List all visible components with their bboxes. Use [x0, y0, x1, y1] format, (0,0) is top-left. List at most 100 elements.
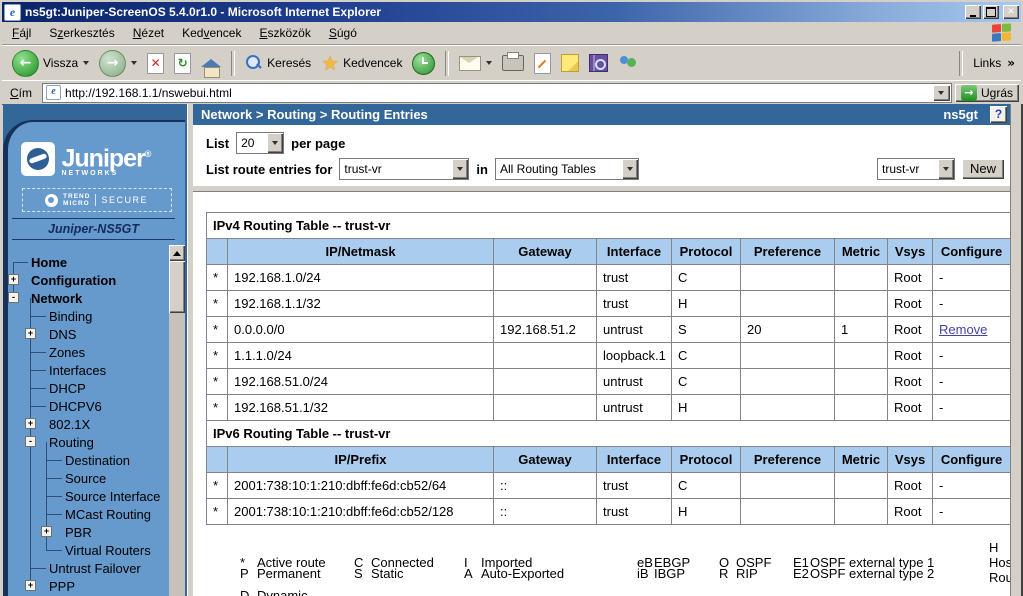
- sidebar-item-source-interface[interactable]: Source Interface: [8, 487, 185, 505]
- menu-item-kedvencek[interactable]: Kedvencek: [173, 22, 250, 44]
- routing-tables-frame: IPv4 Routing Table -- trust-vrIP/Netmask…: [193, 190, 1010, 596]
- vrouter-select[interactable]: trust-vr: [339, 158, 469, 180]
- table-cell: [741, 369, 835, 395]
- trend-label-1: TREND: [63, 193, 90, 200]
- table-header-row: IP/PrefixGatewayInterfaceProtocolPrefere…: [207, 447, 1011, 473]
- new-button[interactable]: New: [962, 159, 1004, 179]
- mail-button[interactable]: [455, 54, 496, 73]
- table-cell: *: [207, 395, 228, 421]
- back-label: Vissza: [43, 56, 78, 70]
- tree-expander[interactable]: -: [25, 436, 36, 447]
- select-arrow-button[interactable]: [938, 159, 954, 179]
- sidebar-item-home[interactable]: Home: [8, 253, 185, 271]
- sidebar-item-destination[interactable]: Destination: [8, 451, 185, 469]
- table-cell: [494, 343, 597, 369]
- table-cell: [835, 265, 888, 291]
- back-button[interactable]: ← Vissza: [8, 48, 93, 79]
- help-button[interactable]: ?: [990, 106, 1007, 123]
- maximize-button[interactable]: [983, 5, 999, 19]
- messenger-button[interactable]: [614, 52, 644, 74]
- address-input[interactable]: e http://192.168.1.1/nswebui.html: [42, 83, 952, 103]
- menu-item-n-zet[interactable]: Nézet: [124, 22, 173, 44]
- stop-button[interactable]: ✕: [143, 51, 168, 76]
- favorites-button[interactable]: ★ Kedvencek: [317, 51, 406, 75]
- sidebar-item-virtual-routers[interactable]: Virtual Routers: [8, 541, 185, 559]
- new-vrouter-select[interactable]: trust-vr: [877, 158, 955, 180]
- sidebar-item-label: Untrust Failover: [49, 561, 141, 576]
- address-label: Cím: [4, 86, 42, 100]
- forward-dropdown-icon[interactable]: [131, 61, 137, 65]
- tree-connector: [46, 514, 62, 515]
- select-arrow-button[interactable]: [267, 133, 283, 153]
- tree-expander[interactable]: +: [41, 526, 52, 537]
- scrollbar-thumb[interactable]: [169, 261, 185, 313]
- edit-button[interactable]: [530, 51, 555, 76]
- main-frame: Network > Routing > Routing Entries ns5g…: [193, 104, 1010, 596]
- sidebar-item-dhcpv6[interactable]: DHCPV6: [8, 397, 185, 415]
- sidebar-item-configuration[interactable]: +Configuration: [8, 271, 185, 289]
- address-dropdown-button[interactable]: [933, 85, 950, 101]
- sidebar-item-802-1x[interactable]: +802.1X: [8, 415, 185, 433]
- mail-dropdown-icon[interactable]: [486, 61, 492, 65]
- scrollbar-up-button[interactable]: [169, 245, 185, 261]
- per-page-select[interactable]: 20: [236, 132, 284, 154]
- research-button[interactable]: [585, 52, 612, 74]
- sidebar-item-untrust-failover[interactable]: Untrust Failover: [8, 559, 185, 577]
- home-button[interactable]: [197, 57, 225, 69]
- sidebar-item-dns[interactable]: +DNS: [8, 325, 185, 343]
- forward-icon: →: [99, 50, 126, 77]
- legend-item: SStatic: [354, 566, 464, 581]
- table-row: *2001:738:10:1:210:dbff:fe6d:cb52/64::tr…: [207, 473, 1011, 499]
- forward-button[interactable]: →: [95, 48, 141, 79]
- tree-expander[interactable]: +: [25, 580, 36, 591]
- refresh-button[interactable]: ↻: [170, 51, 195, 76]
- go-button[interactable]: → Ugrás: [955, 84, 1019, 102]
- routing-tables-select[interactable]: All Routing Tables: [495, 158, 639, 180]
- tree-expander[interactable]: +: [8, 274, 19, 285]
- notes-button[interactable]: [557, 52, 583, 74]
- links-band[interactable]: Links »: [955, 51, 1015, 76]
- tree-expander[interactable]: -: [8, 292, 19, 303]
- search-icon: [245, 54, 263, 72]
- menu-item-f-jl[interactable]: Fájl: [3, 22, 40, 44]
- menu-item-s-g[interactable]: Súgó: [320, 22, 366, 44]
- sidebar-item-interfaces[interactable]: Interfaces: [8, 361, 185, 379]
- tree-expander[interactable]: +: [25, 418, 36, 429]
- table-cell: Remove: [933, 317, 1011, 343]
- legend-item: iBIBGP: [637, 566, 719, 581]
- sidebar-scrollbar[interactable]: [169, 245, 185, 596]
- minimize-button[interactable]: [965, 5, 981, 19]
- table-cell: [741, 343, 835, 369]
- title-bar: e ns5gt:Juniper-ScreenOS 5.4.0r1.0 - Mic…: [2, 2, 1021, 22]
- print-button[interactable]: [498, 53, 528, 73]
- table-cell: ::: [494, 499, 597, 525]
- menu-item-szerkeszt-s[interactable]: Szerkesztés: [40, 22, 123, 44]
- sidebar-item-label: MCast Routing: [65, 507, 151, 522]
- close-button[interactable]: ✕: [1003, 5, 1019, 19]
- remove-link[interactable]: Remove: [939, 322, 987, 337]
- select-arrow-button[interactable]: [622, 159, 638, 179]
- history-button[interactable]: [408, 50, 439, 77]
- sidebar-item-dhcp[interactable]: DHCP: [8, 379, 185, 397]
- per-page-value: 20: [237, 133, 267, 153]
- table-cell: trust: [597, 291, 672, 317]
- tree-expander[interactable]: +: [25, 328, 36, 339]
- sidebar-item-routing[interactable]: -Routing: [8, 433, 185, 451]
- legend-label: Host Route: [989, 555, 1010, 585]
- sidebar-item-source[interactable]: Source: [8, 469, 185, 487]
- sidebar-item-network[interactable]: -Network: [8, 289, 185, 307]
- sidebar-item-binding[interactable]: Binding: [8, 307, 185, 325]
- sidebar-item-zones[interactable]: Zones: [8, 343, 185, 361]
- links-chevron-icon[interactable]: »: [1007, 57, 1015, 69]
- menu-item-eszk-z-k[interactable]: Eszközök: [250, 22, 319, 44]
- column-header: Interface: [597, 447, 672, 473]
- search-button[interactable]: Keresés: [241, 52, 315, 74]
- select-arrow-button[interactable]: [452, 159, 468, 179]
- back-dropdown-icon[interactable]: [83, 61, 89, 65]
- table-cell: *: [207, 369, 228, 395]
- sidebar-item-pbr[interactable]: +PBR: [8, 523, 185, 541]
- sidebar-item-ppp[interactable]: +PPP: [8, 577, 185, 595]
- sidebar-item-label: Source Interface: [65, 489, 160, 504]
- table-cell: [494, 395, 597, 421]
- sidebar-item-mcast-routing[interactable]: MCast Routing: [8, 505, 185, 523]
